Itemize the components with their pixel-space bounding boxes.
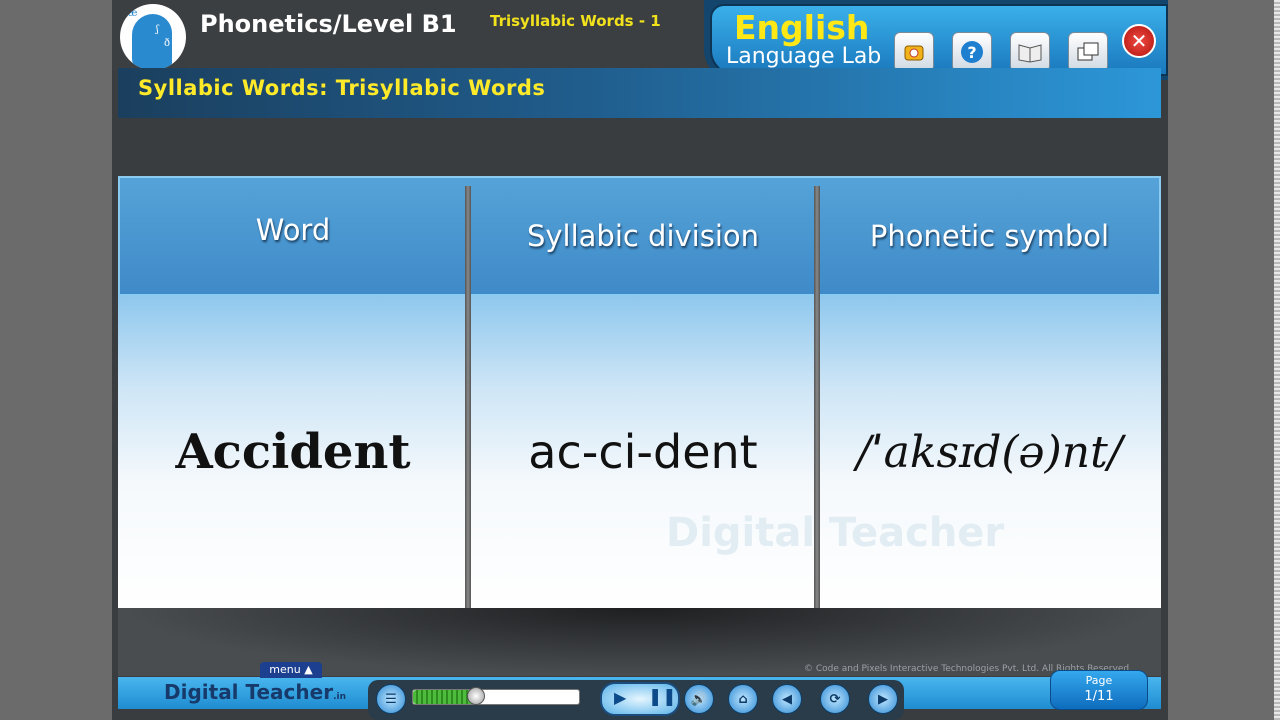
page-indicator: Page 1/11	[1050, 670, 1148, 710]
audio-progress-bar[interactable]	[412, 689, 580, 705]
page-label: Page	[1085, 674, 1113, 687]
close-icon[interactable]: ✕	[1122, 24, 1156, 58]
play-pause-control: ▶ ❚❚	[600, 682, 680, 716]
background-strip	[1274, 0, 1280, 720]
watermark: Digital Teacher	[666, 510, 1005, 556]
clock-icon[interactable]	[894, 32, 934, 72]
svg-text:?: ?	[967, 43, 976, 62]
next-icon[interactable]: ▶	[868, 684, 898, 714]
header-word: Word	[255, 213, 331, 247]
audio-progress-handle[interactable]	[467, 687, 486, 705]
section-title: Syllabic Words: Trisyllabic Words	[138, 76, 546, 100]
brand-language-lab: Language Lab	[726, 44, 882, 69]
digital-teacher-logo: Digital Teacher.in	[164, 680, 346, 704]
index-icon[interactable]: ☰	[376, 684, 406, 714]
pause-icon[interactable]: ❚❚	[648, 687, 677, 707]
volume-icon[interactable]: 🔊	[684, 684, 714, 714]
help-icon[interactable]: ?	[952, 32, 992, 72]
lesson-title: Trisyllabic Words - 1	[490, 12, 661, 30]
page-number: 1/11	[1084, 689, 1114, 704]
section-bar: Syllabic Words: Trisyllabic Words	[118, 68, 1161, 118]
play-icon[interactable]: ▶	[614, 688, 626, 707]
cell-word: Accident	[175, 424, 411, 480]
brand-english: English	[734, 8, 870, 47]
menu-button[interactable]: menu ▲	[260, 662, 322, 678]
window-icon[interactable]	[1068, 32, 1108, 72]
cell-syllabic-division: ac-ci-dent	[528, 425, 758, 479]
header-syllabic-division: Syllabic division	[526, 219, 760, 253]
replay-icon[interactable]: ⟳	[820, 684, 850, 714]
app-title: Phonetics/Level B1	[200, 10, 457, 38]
header-phonetic-symbol: Phonetic symbol	[869, 219, 1110, 253]
book-icon[interactable]	[1010, 32, 1050, 72]
cell-phonetic-symbol: /ˈaksɪd(ə)nt/	[856, 426, 1123, 478]
home-icon[interactable]: ⌂	[728, 684, 758, 714]
previous-icon[interactable]: ◀	[772, 684, 802, 714]
app-window: æ ʃ ð Phonetics/Level B1 Trisyllabic Wor…	[112, 0, 1168, 720]
phonetics-table: Word Syllabic division Phonetic symbol A…	[118, 176, 1161, 608]
phonetics-logo: æ ʃ ð	[120, 4, 186, 70]
